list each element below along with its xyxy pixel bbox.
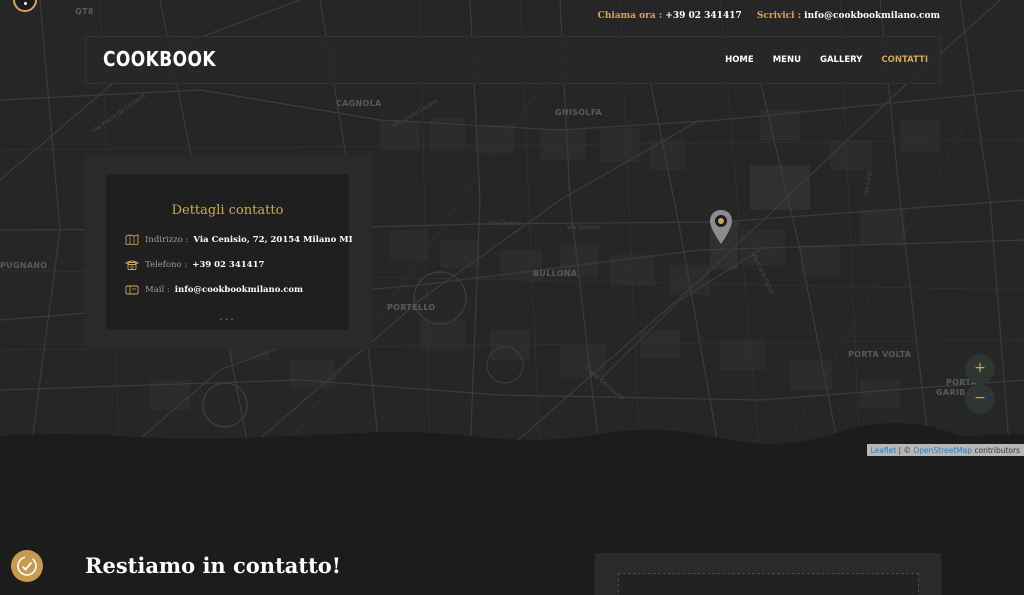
call-label: Chiama ora :: [597, 11, 663, 21]
map-label-portello: PORTELLO: [387, 303, 436, 312]
phone-label: Telefono :: [145, 259, 188, 270]
nav-contatti[interactable]: CONTATTI: [881, 55, 928, 65]
map-pin-icon[interactable]: [709, 209, 733, 245]
map-label-cagnola: CAGNOLA: [336, 99, 382, 108]
map-label-pugnano: PUGNANO: [0, 261, 48, 270]
nav-gallery[interactable]: GALLERY: [820, 55, 862, 65]
mailbox-icon: [125, 285, 139, 295]
contact-form-box: [595, 553, 941, 595]
street-label: Via Cenisio: [567, 224, 601, 231]
site-logo[interactable]: COOKBOOK: [103, 47, 216, 71]
osm-link[interactable]: OpenStreetMap: [913, 446, 972, 455]
street-label: Via Cenisio: [488, 220, 522, 227]
contact-card-inner: Dettagli contatto Indirizzo : Via Cenisi…: [106, 174, 353, 330]
map-attribution: Leaflet | © OpenStreetMap contributors: [866, 444, 1024, 456]
call-value[interactable]: +39 02 341417: [665, 11, 741, 21]
map-label-garib: GARIB: [936, 388, 966, 397]
phone-row: Telefono : +39 02 341417: [125, 259, 264, 270]
zoom-in-button[interactable]: +: [965, 354, 995, 384]
site-header: COOKBOOK HOME MENU GALLERY CONTATTI: [85, 36, 941, 84]
address-row: Indirizzo : Via Cenisio, 72, 20154 Milan…: [125, 234, 353, 245]
map-label-bullona: BULLONA: [533, 269, 578, 278]
write-value[interactable]: info@cookbookmilano.com: [804, 11, 940, 21]
contact-form-field[interactable]: [618, 573, 919, 595]
phone-icon: [125, 260, 139, 270]
mail-label: Mail :: [145, 284, 170, 295]
phone-value[interactable]: +39 02 341417: [192, 260, 264, 270]
section-title: Restiamo in contatto!: [85, 553, 342, 578]
top-contact-bar: Chiama ora : +39 02 341417 Scrivici : in…: [598, 11, 940, 21]
accessibility-badge-icon[interactable]: [11, 550, 43, 582]
nav-home[interactable]: HOME: [725, 55, 754, 65]
zoom-out-button[interactable]: −: [965, 384, 995, 414]
main-nav: HOME MENU GALLERY CONTATTI: [725, 55, 928, 65]
leaflet-link[interactable]: Leaflet: [871, 446, 897, 455]
mail-value[interactable]: info@cookbookmilano.com: [175, 285, 303, 295]
map-icon: [125, 234, 139, 245]
map-label-qt8: QT8: [75, 7, 94, 16]
attribution-separator: | ©: [896, 446, 914, 455]
nav-menu[interactable]: MENU: [773, 55, 801, 65]
address-label: Indirizzo :: [145, 234, 189, 245]
address-value: Via Cenisio, 72, 20154 Milano MI: [193, 234, 353, 245]
map-label-porta-volta: PORTA VOLTA: [848, 350, 912, 359]
contact-title: Dettagli contatto: [171, 203, 284, 218]
contact-card: Dettagli contatto Indirizzo : Via Cenisi…: [85, 155, 372, 349]
attribution-contributors: contributors: [972, 446, 1020, 455]
write-label: Scrivici :: [756, 11, 802, 21]
map-label-ghisolfa: GHISOLFA: [555, 108, 603, 117]
mail-row: Mail : info@cookbookmilano.com: [125, 284, 303, 295]
more-dots: ...: [219, 310, 236, 323]
